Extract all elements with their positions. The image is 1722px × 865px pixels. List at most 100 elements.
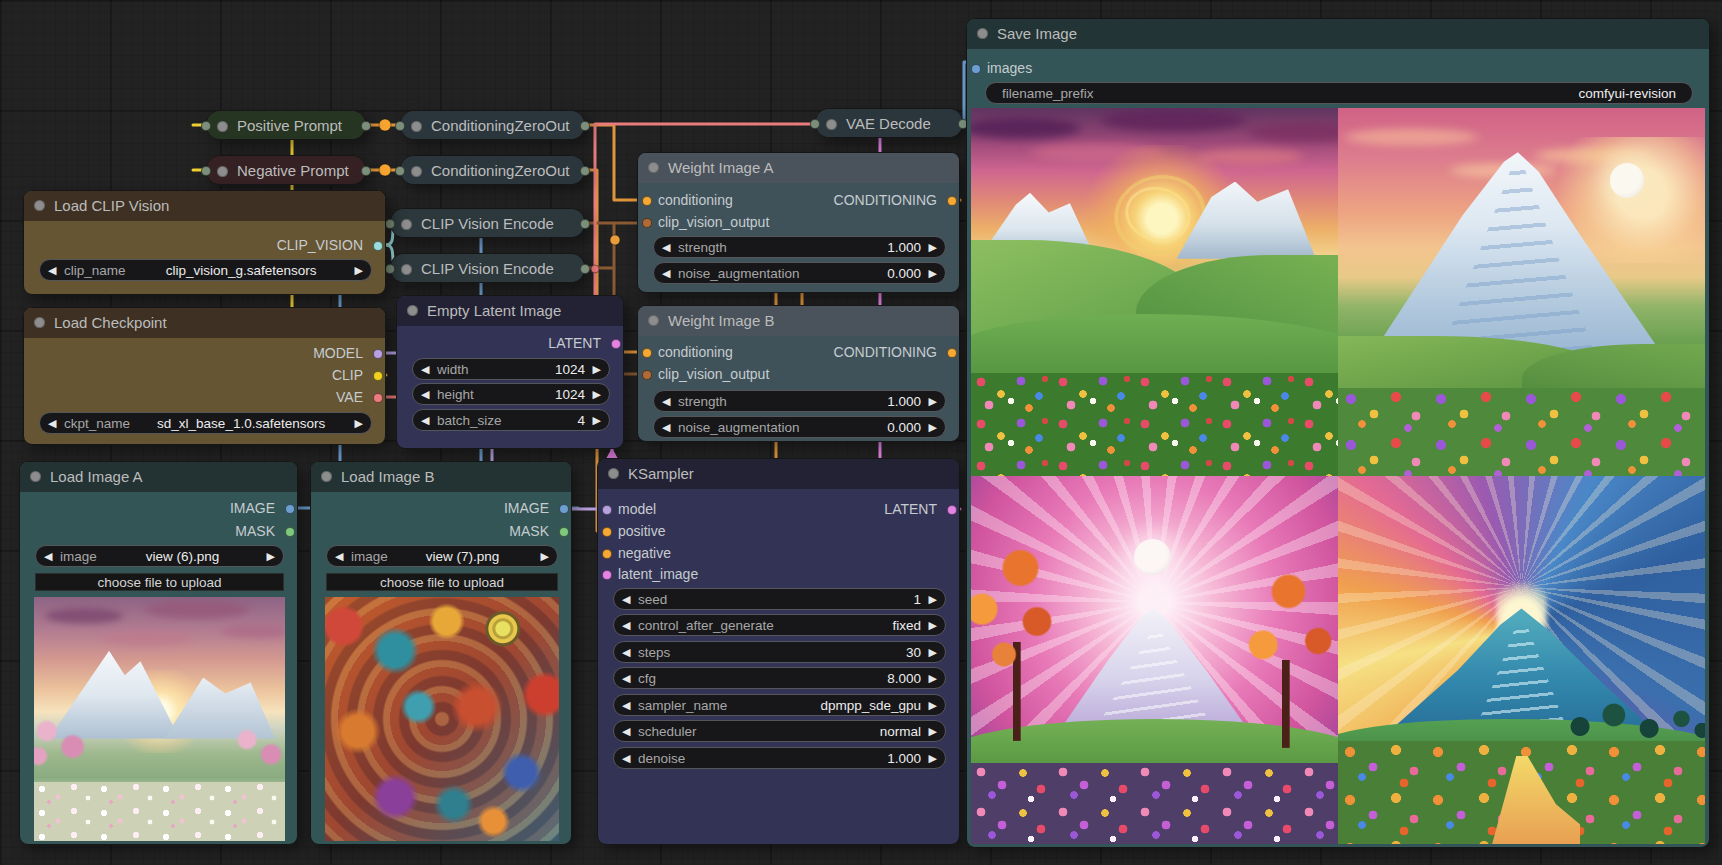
output-port-LATENT[interactable] [611, 339, 621, 349]
increment-arrow-icon[interactable]: ▶ [929, 237, 937, 257]
node-header-save-image[interactable]: Save Image [967, 19, 1709, 49]
port-out-negative-prompt[interactable] [361, 166, 371, 176]
node-weight-image-b[interactable]: Weight Image Bconditioningclip_vision_ou… [637, 305, 960, 442]
node-header-weight-image-b[interactable]: Weight Image B [638, 306, 959, 336]
widget-noise_augmentation[interactable]: ◀▶noise_augmentation0.000 [653, 416, 946, 438]
image-preview-load-image-a[interactable] [34, 597, 285, 841]
widget-clip_name[interactable]: ◀▶clip_nameclip_vision_g.safetensors [39, 259, 372, 281]
output-port-MASK[interactable] [559, 527, 569, 537]
output-port-IMAGE[interactable] [285, 504, 295, 514]
input-port-positive[interactable] [602, 527, 612, 537]
node-save-image[interactable]: Save Imageimagesfilename_prefixcomfyui-r… [966, 18, 1710, 848]
port-out-positive-prompt[interactable] [361, 121, 371, 131]
widget-cfg[interactable]: ◀▶cfg8.000 [613, 667, 946, 689]
decrement-arrow-icon[interactable]: ◀ [48, 260, 56, 280]
node-header-negative-prompt[interactable]: Negative Prompt [207, 156, 365, 184]
increment-arrow-icon[interactable]: ▶ [929, 417, 937, 437]
output-port-CLIP[interactable] [373, 371, 383, 381]
decrement-arrow-icon[interactable]: ◀ [421, 384, 429, 404]
collapse-toggle-icon[interactable] [321, 471, 332, 482]
widget-image[interactable]: ◀▶imageview (6).png [35, 545, 284, 567]
upload-button[interactable]: choose file to upload [326, 573, 558, 591]
widget-strength[interactable]: ◀▶strength1.000 [653, 390, 946, 412]
increment-arrow-icon[interactable]: ▶ [541, 546, 549, 566]
collapse-toggle-icon[interactable] [608, 468, 619, 479]
port-out-clip-vision-encode-1[interactable] [580, 219, 590, 229]
decrement-arrow-icon[interactable]: ◀ [421, 359, 429, 379]
increment-arrow-icon[interactable]: ▶ [593, 359, 601, 379]
widget-image[interactable]: ◀▶imageview (7).png [326, 545, 558, 567]
decrement-arrow-icon[interactable]: ◀ [622, 748, 630, 768]
widget-denoise[interactable]: ◀▶denoise1.000 [613, 747, 946, 769]
widget-width[interactable]: ◀▶width1024 [412, 358, 610, 380]
collapse-toggle-icon[interactable] [30, 471, 41, 482]
widget-steps[interactable]: ◀▶steps30 [613, 641, 946, 663]
port-in-conditioning-zero-out-2[interactable] [395, 166, 405, 176]
increment-arrow-icon[interactable]: ▶ [593, 410, 601, 430]
decrement-arrow-icon[interactable]: ◀ [662, 263, 670, 283]
decrement-arrow-icon[interactable]: ◀ [622, 589, 630, 609]
output-port-MASK[interactable] [285, 527, 295, 537]
increment-arrow-icon[interactable]: ▶ [267, 546, 275, 566]
port-in-positive-prompt[interactable] [201, 121, 211, 131]
port-in-clip-vision-encode-1[interactable] [385, 219, 395, 229]
port-in-conditioning-zero-out-1[interactable] [395, 121, 405, 131]
increment-arrow-icon[interactable]: ▶ [929, 263, 937, 283]
collapse-toggle-icon[interactable] [34, 200, 45, 211]
output-port-CONDITIONING[interactable] [947, 196, 957, 206]
output-image-3[interactable] [971, 476, 1338, 844]
node-clip-vision-encode-2[interactable]: CLIP Vision Encode [390, 253, 585, 283]
collapse-toggle-icon[interactable] [407, 305, 418, 316]
upload-button[interactable]: choose file to upload [35, 573, 284, 591]
node-header-positive-prompt[interactable]: Positive Prompt [207, 111, 365, 139]
node-load-image-b[interactable]: Load Image BIMAGEMASK◀▶imageview (7).png… [310, 461, 572, 845]
node-header-empty-latent-image[interactable]: Empty Latent Image [397, 296, 623, 326]
decrement-arrow-icon[interactable]: ◀ [421, 410, 429, 430]
input-port-conditioning[interactable] [642, 196, 652, 206]
output-port-MODEL[interactable] [373, 349, 383, 359]
decrement-arrow-icon[interactable]: ◀ [622, 695, 630, 715]
collapse-toggle-icon[interactable] [401, 264, 412, 275]
widget-ckpt_name[interactable]: ◀▶ckpt_namesd_xl_base_1.0.safetensors [39, 412, 372, 434]
node-header-conditioning-zero-out-1[interactable]: ConditioningZeroOut [401, 111, 584, 139]
increment-arrow-icon[interactable]: ▶ [593, 384, 601, 404]
decrement-arrow-icon[interactable]: ◀ [622, 668, 630, 688]
output-port-CONDITIONING[interactable] [947, 348, 957, 358]
port-in-clip-vision-encode-2[interactable] [385, 264, 395, 274]
decrement-arrow-icon[interactable]: ◀ [622, 615, 630, 635]
widget-batch_size[interactable]: ◀▶batch_size4 [412, 409, 610, 431]
increment-arrow-icon[interactable]: ▶ [355, 413, 363, 433]
port-out-conditioning-zero-out-1[interactable] [580, 121, 590, 131]
node-header-load-image-b[interactable]: Load Image B [311, 462, 571, 492]
widget-scheduler[interactable]: ◀▶schedulernormal [613, 720, 946, 742]
node-header-clip-vision-encode-2[interactable]: CLIP Vision Encode [391, 254, 584, 282]
collapse-toggle-icon[interactable] [977, 28, 988, 39]
input-port-clip_vision_output[interactable] [642, 218, 652, 228]
increment-arrow-icon[interactable]: ▶ [929, 721, 937, 741]
collapse-toggle-icon[interactable] [34, 317, 45, 328]
decrement-arrow-icon[interactable]: ◀ [44, 546, 52, 566]
output-image-4[interactable] [1338, 476, 1705, 844]
collapse-toggle-icon[interactable] [826, 119, 837, 130]
widget-strength[interactable]: ◀▶strength1.000 [653, 236, 946, 258]
node-header-weight-image-a[interactable]: Weight Image A [638, 153, 959, 183]
widget-sampler_name[interactable]: ◀▶sampler_namedpmpp_sde_gpu [613, 694, 946, 716]
collapse-toggle-icon[interactable] [401, 219, 412, 230]
node-header-conditioning-zero-out-2[interactable]: ConditioningZeroOut [401, 156, 584, 184]
input-port-conditioning[interactable] [642, 348, 652, 358]
widget-seed[interactable]: ◀▶seed1 [613, 588, 946, 610]
node-conditioning-zero-out-2[interactable]: ConditioningZeroOut [400, 155, 585, 185]
node-header-vae-decode[interactable]: VAE Decode [816, 109, 962, 137]
node-header-ksampler[interactable]: KSampler [598, 459, 959, 489]
widget-control_after_generate[interactable]: ◀▶control_after_generatefixed [613, 614, 946, 636]
increment-arrow-icon[interactable]: ▶ [929, 642, 937, 662]
decrement-arrow-icon[interactable]: ◀ [48, 413, 56, 433]
increment-arrow-icon[interactable]: ▶ [929, 589, 937, 609]
port-out-conditioning-zero-out-2[interactable] [580, 166, 590, 176]
node-vae-decode[interactable]: VAE Decode [815, 108, 963, 138]
output-port-VAE[interactable] [373, 393, 383, 403]
port-out-clip-vision-encode-2[interactable] [580, 264, 590, 274]
node-load-checkpoint[interactable]: Load CheckpointMODELCLIPVAE◀▶ckpt_namesd… [23, 307, 386, 445]
collapse-toggle-icon[interactable] [217, 166, 228, 177]
output-image-1[interactable] [971, 108, 1338, 476]
